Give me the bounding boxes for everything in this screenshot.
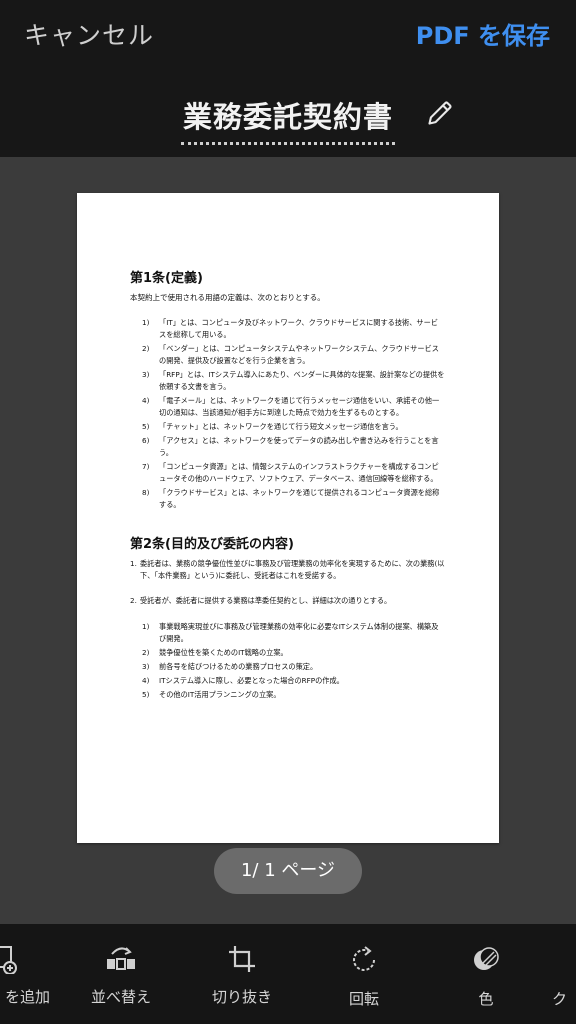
crop-button[interactable]: 切り抜き bbox=[202, 944, 282, 1007]
rotate-label: 回転 bbox=[348, 990, 379, 1008]
list-item: 4) ITシステム導入に際し、必要となった場合のRFPの作成。 bbox=[142, 676, 344, 685]
list-item: 3) 「RFP」とは、ITシステム導入にあたり、ベンダーに具体的な提案、設計案など… bbox=[142, 370, 445, 391]
list-item: 8) 「クラウドサービス」とは、ネットワークを通じて提供されるコンピュータ資源を総… bbox=[142, 488, 440, 509]
cleanup-label: ク bbox=[552, 990, 568, 1008]
crop-label: 切り抜き bbox=[211, 988, 272, 1006]
list-item: 1) 事業戦略実現並びに事務及び管理業務の効率化に必要なITシステム体制の提案、構… bbox=[142, 622, 439, 643]
list-item: 1) 「IT」とは、コンピュータ及びネットワーク、クラウドサービスに関する技術、サ… bbox=[142, 318, 438, 339]
color-label: 色 bbox=[478, 990, 494, 1008]
list-item: 7) 「コンピュータ資源」とは、情報システムのインフラストラクチャーを構成するコン… bbox=[142, 462, 439, 483]
cleanup-button[interactable]: ク bbox=[552, 944, 576, 1009]
cancel-button[interactable]: キャンセル bbox=[24, 16, 154, 52]
rotate-icon bbox=[353, 946, 375, 971]
cleanup-icon bbox=[557, 944, 576, 976]
section1-list: 1) 「IT」とは、コンピュータ及びネットワーク、クラウドサービスに関する技術、サ… bbox=[142, 317, 445, 511]
page-indicator: 1/ 1 ページ bbox=[214, 848, 362, 894]
section2-para2: 2. 受託者が、委託者に提供する業務は準委任契約とし、詳細は次の通りとする。 bbox=[130, 596, 392, 605]
document-title[interactable]: 業務委託契約書 bbox=[180, 94, 395, 145]
add-page-label: を追加 bbox=[4, 988, 50, 1006]
list-item: 5) その他のIT活用プランニングの立案。 bbox=[142, 690, 281, 699]
section2-list: 1) 事業戦略実現並びに事務及び管理業務の効率化に必要なITシステム体制の提案、構… bbox=[142, 621, 445, 701]
crop-icon bbox=[229, 946, 255, 972]
color-button[interactable]: 色 bbox=[446, 944, 526, 1009]
section2-title: 第2条(目的及び委託の内容) bbox=[130, 537, 294, 552]
list-item: 4) 「電子メール」とは、ネットワークを通じて行うメッセージ通信をいい、承諾その他… bbox=[142, 396, 440, 417]
document-content: 第1条(定義) 本契約上で使用される用語の定義は、次のとおりとする。 1) 「IT… bbox=[130, 267, 445, 703]
add-page-button[interactable]: を追加 bbox=[0, 944, 56, 1007]
color-icon bbox=[474, 947, 499, 970]
top-bar: キャンセル PDF を保存 業務委託契約書 bbox=[0, 0, 576, 157]
pencil-icon[interactable] bbox=[426, 99, 454, 127]
list-item: 5) 「チャット」とは、ネットワークを通じて行う短文メッセージ通信を言う。 bbox=[142, 422, 403, 431]
reorder-label: 並べ替え bbox=[90, 988, 151, 1006]
save-pdf-button[interactable]: PDF を保存 bbox=[416, 16, 550, 51]
list-item: 2) 「ベンダー」とは、コンピュータシステムやネットワークシステム、クラウドサービ… bbox=[142, 344, 439, 365]
document-page[interactable]: 第1条(定義) 本契約上で使用される用語の定義は、次のとおりとする。 1) 「IT… bbox=[77, 193, 499, 843]
reorder-icon bbox=[107, 947, 135, 970]
bottom-toolbar: を追加 並べ替え 切り抜き 回転 色 ク bbox=[0, 924, 576, 1024]
section1-title: 第1条(定義) bbox=[130, 271, 203, 286]
list-item: 3) 前各号を結びつけるための業務プロセスの策定。 bbox=[142, 662, 318, 671]
add-page-icon bbox=[0, 946, 17, 974]
document-title-wrap: 業務委託契約書 bbox=[0, 94, 576, 145]
section2-para1: 1. 委託者は、業務の競争優位性並びに事務及び管理業務の効率化を実現するために、次… bbox=[130, 559, 445, 580]
list-item: 2) 競争優位性を築くためのIT戦略の立案。 bbox=[142, 648, 288, 657]
reorder-button[interactable]: 並べ替え bbox=[81, 944, 161, 1007]
list-item: 6) 「アクセス」とは、ネットワークを使ってデータの読み出しや書き込みを行うことを… bbox=[142, 436, 439, 457]
section1-intro: 本契約上で使用される用語の定義は、次のとおりとする。 bbox=[130, 293, 325, 302]
rotate-button[interactable]: 回転 bbox=[324, 944, 404, 1009]
